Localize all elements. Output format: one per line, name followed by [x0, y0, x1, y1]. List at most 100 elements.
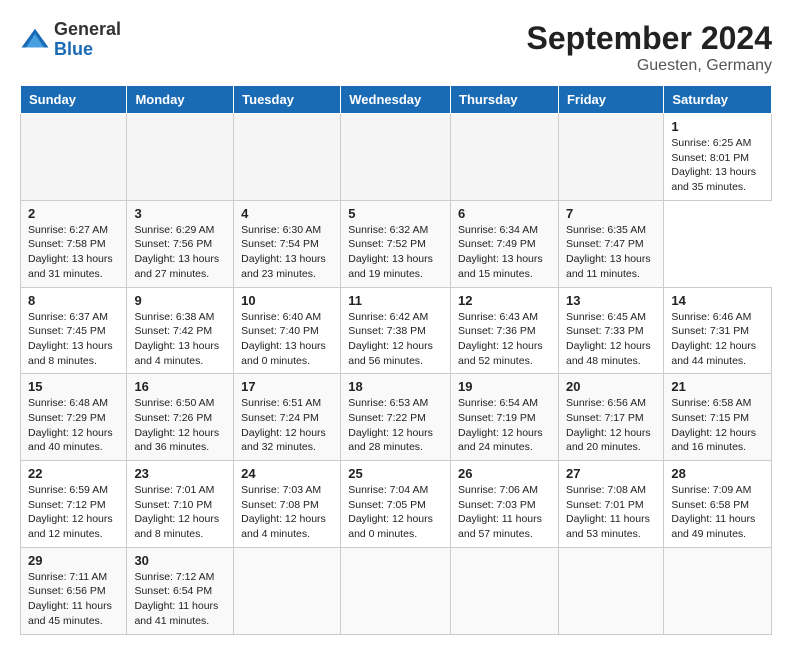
day-number: 12 — [458, 293, 551, 308]
cell-content: Sunrise: 6:37 AMSunset: 7:45 PMDaylight:… — [28, 310, 119, 369]
day-number: 20 — [566, 379, 656, 394]
cell-content: Sunrise: 6:56 AMSunset: 7:17 PMDaylight:… — [566, 396, 656, 455]
week-row-1: 1Sunrise: 6:25 AMSunset: 8:01 PMDaylight… — [21, 114, 772, 201]
cell-content: Sunrise: 6:58 AMSunset: 7:15 PMDaylight:… — [671, 396, 764, 455]
day-number: 5 — [348, 206, 443, 221]
cell-content: Sunrise: 6:38 AMSunset: 7:42 PMDaylight:… — [134, 310, 226, 369]
cell-content: Sunrise: 7:03 AMSunset: 7:08 PMDaylight:… — [241, 483, 333, 542]
calendar-cell — [127, 114, 234, 201]
month-title: September 2024 — [527, 20, 772, 57]
cell-content: Sunrise: 7:01 AMSunset: 7:10 PMDaylight:… — [134, 483, 226, 542]
week-row-6: 29 Sunrise: 7:11 AMSunset: 6:56 PMDayligh… — [21, 547, 772, 634]
day-number: 9 — [134, 293, 226, 308]
cell-content: Sunrise: 6:46 AMSunset: 7:31 PMDaylight:… — [671, 310, 764, 369]
day-number: 6 — [458, 206, 551, 221]
cell-content: Sunrise: 6:51 AMSunset: 7:24 PMDaylight:… — [241, 396, 333, 455]
day-number: 19 — [458, 379, 551, 394]
cell-content: Sunrise: 6:59 AMSunset: 7:12 PMDaylight:… — [28, 483, 119, 542]
calendar-cell — [451, 547, 559, 634]
cell-content: Sunrise: 7:11 AMSunset: 6:56 PMDaylight:… — [28, 570, 119, 629]
calendar-cell: 24 Sunrise: 7:03 AMSunset: 7:08 PMDayligh… — [234, 461, 341, 548]
day-number: 24 — [241, 466, 333, 481]
week-row-4: 15 Sunrise: 6:48 AMSunset: 7:29 PMDayligh… — [21, 374, 772, 461]
calendar-cell: 29 Sunrise: 7:11 AMSunset: 6:56 PMDayligh… — [21, 547, 127, 634]
cell-content: Sunrise: 6:29 AMSunset: 7:56 PMDaylight:… — [134, 223, 226, 282]
calendar-cell: 4Sunrise: 6:30 AMSunset: 7:54 PMDaylight… — [234, 200, 341, 287]
cell-content: Sunrise: 7:12 AMSunset: 6:54 PMDaylight:… — [134, 570, 226, 629]
cell-content: Sunrise: 6:25 AMSunset: 8:01 PMDaylight:… — [671, 136, 764, 195]
calendar-cell: 22 Sunrise: 6:59 AMSunset: 7:12 PMDayligh… — [21, 461, 127, 548]
cell-content: Sunrise: 7:08 AMSunset: 7:01 PMDaylight:… — [566, 483, 656, 542]
calendar-table: SundayMondayTuesdayWednesdayThursdayFrid… — [20, 85, 772, 635]
calendar-cell: 9 Sunrise: 6:38 AMSunset: 7:42 PMDaylight… — [127, 287, 234, 374]
calendar-cell: 11Sunrise: 6:42 AMSunset: 7:38 PMDayligh… — [341, 287, 451, 374]
header-cell-sunday: Sunday — [21, 86, 127, 114]
header-cell-saturday: Saturday — [664, 86, 772, 114]
cell-content: Sunrise: 6:42 AMSunset: 7:38 PMDaylight:… — [348, 310, 443, 369]
cell-content: Sunrise: 7:06 AMSunset: 7:03 PMDaylight:… — [458, 483, 551, 542]
calendar-cell — [558, 547, 663, 634]
cell-content: Sunrise: 7:09 AMSunset: 6:58 PMDaylight:… — [671, 483, 764, 542]
day-number: 23 — [134, 466, 226, 481]
day-number: 26 — [458, 466, 551, 481]
calendar-cell: 21 Sunrise: 6:58 AMSunset: 7:15 PMDayligh… — [664, 374, 772, 461]
day-number: 27 — [566, 466, 656, 481]
day-number: 16 — [134, 379, 226, 394]
logo-blue: Blue — [54, 40, 121, 60]
calendar-cell: 7Sunrise: 6:35 AMSunset: 7:47 PMDaylight… — [558, 200, 663, 287]
calendar-cell — [21, 114, 127, 201]
calendar-cell — [558, 114, 663, 201]
calendar-cell: 14 Sunrise: 6:46 AMSunset: 7:31 PMDayligh… — [664, 287, 772, 374]
day-number: 3 — [134, 206, 226, 221]
day-number: 29 — [28, 553, 119, 568]
header-cell-monday: Monday — [127, 86, 234, 114]
day-number: 22 — [28, 466, 119, 481]
logo: General Blue — [20, 20, 121, 60]
calendar-cell: 13Sunrise: 6:45 AMSunset: 7:33 PMDayligh… — [558, 287, 663, 374]
day-number: 21 — [671, 379, 764, 394]
calendar-cell: 23 Sunrise: 7:01 AMSunset: 7:10 PMDayligh… — [127, 461, 234, 548]
logo-text: General Blue — [54, 20, 121, 60]
day-number: 10 — [241, 293, 333, 308]
calendar-cell: 26 Sunrise: 7:06 AMSunset: 7:03 PMDayligh… — [451, 461, 559, 548]
cell-content: Sunrise: 6:32 AMSunset: 7:52 PMDaylight:… — [348, 223, 443, 282]
cell-content: Sunrise: 6:40 AMSunset: 7:40 PMDaylight:… — [241, 310, 333, 369]
calendar-cell: 16 Sunrise: 6:50 AMSunset: 7:26 PMDayligh… — [127, 374, 234, 461]
week-row-5: 22 Sunrise: 6:59 AMSunset: 7:12 PMDayligh… — [21, 461, 772, 548]
cell-content: Sunrise: 6:54 AMSunset: 7:19 PMDaylight:… — [458, 396, 551, 455]
day-number: 7 — [566, 206, 656, 221]
calendar-cell — [234, 114, 341, 201]
calendar-cell: 3 Sunrise: 6:29 AMSunset: 7:56 PMDaylight… — [127, 200, 234, 287]
calendar-cell — [341, 114, 451, 201]
title-block: September 2024 Guesten, Germany — [527, 20, 772, 75]
day-number: 2 — [28, 206, 119, 221]
calendar-cell: 15 Sunrise: 6:48 AMSunset: 7:29 PMDayligh… — [21, 374, 127, 461]
location: Guesten, Germany — [527, 57, 772, 75]
calendar-cell: 5 Sunrise: 6:32 AMSunset: 7:52 PMDaylight… — [341, 200, 451, 287]
day-number: 15 — [28, 379, 119, 394]
day-number: 18 — [348, 379, 443, 394]
calendar-cell: 8Sunrise: 6:37 AMSunset: 7:45 PMDaylight… — [21, 287, 127, 374]
day-number: 14 — [671, 293, 764, 308]
calendar-cell: 17Sunrise: 6:51 AMSunset: 7:24 PMDayligh… — [234, 374, 341, 461]
header-row: SundayMondayTuesdayWednesdayThursdayFrid… — [21, 86, 772, 114]
calendar-cell — [234, 547, 341, 634]
logo-icon — [20, 25, 50, 55]
calendar-cell — [664, 547, 772, 634]
calendar-cell — [341, 547, 451, 634]
week-row-2: 2 Sunrise: 6:27 AMSunset: 7:58 PMDaylight… — [21, 200, 772, 287]
calendar-cell: 1Sunrise: 6:25 AMSunset: 8:01 PMDaylight… — [664, 114, 772, 201]
logo-general: General — [54, 20, 121, 40]
calendar-cell: 6 Sunrise: 6:34 AMSunset: 7:49 PMDaylight… — [451, 200, 559, 287]
calendar-cell: 28Sunrise: 7:09 AMSunset: 6:58 PMDayligh… — [664, 461, 772, 548]
cell-content: Sunrise: 6:48 AMSunset: 7:29 PMDaylight:… — [28, 396, 119, 455]
cell-content: Sunrise: 6:30 AMSunset: 7:54 PMDaylight:… — [241, 223, 333, 282]
page-header: General Blue September 2024 Guesten, Ger… — [20, 20, 772, 75]
cell-content: Sunrise: 6:50 AMSunset: 7:26 PMDaylight:… — [134, 396, 226, 455]
cell-content: Sunrise: 6:27 AMSunset: 7:58 PMDaylight:… — [28, 223, 119, 282]
cell-content: Sunrise: 6:53 AMSunset: 7:22 PMDaylight:… — [348, 396, 443, 455]
calendar-cell: 19 Sunrise: 6:54 AMSunset: 7:19 PMDayligh… — [451, 374, 559, 461]
cell-content: Sunrise: 6:34 AMSunset: 7:49 PMDaylight:… — [458, 223, 551, 282]
week-row-3: 8Sunrise: 6:37 AMSunset: 7:45 PMDaylight… — [21, 287, 772, 374]
calendar-cell: 25Sunrise: 7:04 AMSunset: 7:05 PMDayligh… — [341, 461, 451, 548]
